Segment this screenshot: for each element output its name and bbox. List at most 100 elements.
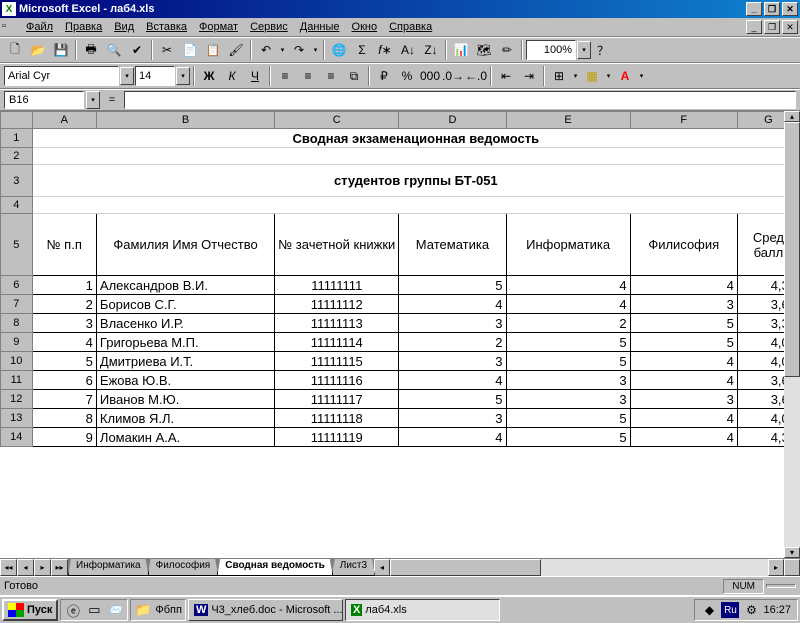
tab-last-button[interactable]: ▸▸: [51, 559, 68, 576]
ql-folder-label[interactable]: Фбпп: [155, 604, 182, 616]
menu-file[interactable]: Файл: [20, 19, 59, 35]
italic-button[interactable]: К: [221, 66, 243, 87]
ql-desktop-icon[interactable]: ▭: [85, 601, 103, 619]
row-head[interactable]: 13: [1, 409, 33, 428]
header-n[interactable]: № п.п: [32, 214, 96, 276]
folder-icon[interactable]: 📁: [134, 601, 152, 619]
cell[interactable]: 4: [506, 276, 630, 295]
sheet-tab[interactable]: Философия: [148, 559, 219, 576]
row-head[interactable]: 7: [1, 295, 33, 314]
dec-indent-button[interactable]: ⇤: [495, 66, 517, 87]
borders-button[interactable]: ⊞: [548, 66, 570, 87]
bold-button[interactable]: Ж: [198, 66, 220, 87]
undo-button[interactable]: ↶: [255, 40, 277, 61]
cell[interactable]: 3: [399, 314, 506, 333]
cell[interactable]: 2: [399, 333, 506, 352]
row-head[interactable]: 11: [1, 371, 33, 390]
cell[interactable]: 5: [630, 314, 737, 333]
scroll-up-button[interactable]: ▴: [784, 111, 800, 122]
doc-close-button[interactable]: ✕: [782, 20, 798, 34]
dec-decimal-button[interactable]: ←.0: [465, 66, 487, 87]
align-left-button[interactable]: ≡: [274, 66, 296, 87]
cell[interactable]: 4: [630, 409, 737, 428]
task-word[interactable]: WЧ3_хлеб.doc - Microsoft ...: [188, 599, 343, 621]
row-head[interactable]: 9: [1, 333, 33, 352]
zoom-dropdown[interactable]: ▾: [577, 41, 591, 59]
open-button[interactable]: 📂: [27, 40, 49, 61]
header-phil[interactable]: Филисофия: [630, 214, 737, 276]
cell[interactable]: Иванов М.Ю.: [96, 390, 274, 409]
col-head-F[interactable]: F: [630, 112, 737, 129]
sheet-tab[interactable]: Сводная ведомость: [217, 559, 333, 576]
cell[interactable]: 5: [506, 428, 630, 447]
lang-indicator[interactable]: Ru: [721, 602, 739, 618]
cell[interactable]: 5: [506, 409, 630, 428]
preview-button[interactable]: 🔍: [103, 40, 125, 61]
sheet-tab[interactable]: Информатика: [68, 559, 149, 576]
row-head[interactable]: 12: [1, 390, 33, 409]
size-dropdown[interactable]: ▾: [176, 67, 190, 85]
cell[interactable]: 3: [630, 390, 737, 409]
cell[interactable]: 5: [399, 390, 506, 409]
undo-dropdown[interactable]: ▾: [278, 46, 287, 54]
row-head[interactable]: 4: [1, 197, 33, 214]
cell[interactable]: 11111113: [275, 314, 399, 333]
cell[interactable]: 11111112: [275, 295, 399, 314]
cell[interactable]: [32, 197, 799, 214]
row-head[interactable]: 10: [1, 352, 33, 371]
cell[interactable]: Власенко И.Р.: [96, 314, 274, 333]
formula-input[interactable]: [124, 91, 796, 109]
currency-button[interactable]: ₽: [373, 66, 395, 87]
tab-first-button[interactable]: ◂◂: [0, 559, 17, 576]
merge-button[interactable]: ⧉: [343, 66, 365, 87]
spellcheck-button[interactable]: ✔: [126, 40, 148, 61]
minimize-button[interactable]: _: [746, 2, 762, 16]
inc-indent-button[interactable]: ⇥: [518, 66, 540, 87]
cell[interactable]: 11111116: [275, 371, 399, 390]
cell[interactable]: 4: [32, 333, 96, 352]
autosum-button[interactable]: Σ: [351, 40, 373, 61]
cellref-dropdown[interactable]: ▾: [86, 91, 100, 109]
col-head-D[interactable]: D: [399, 112, 506, 129]
cell[interactable]: 5: [399, 276, 506, 295]
cell[interactable]: [32, 148, 799, 165]
cell[interactable]: 11111118: [275, 409, 399, 428]
cell[interactable]: Александров В.И.: [96, 276, 274, 295]
horizontal-scrollbar[interactable]: ◂ ▸: [374, 559, 784, 576]
cell[interactable]: 2: [32, 295, 96, 314]
scroll-down-button[interactable]: ▾: [784, 547, 800, 558]
row-head[interactable]: 1: [1, 129, 33, 148]
align-right-button[interactable]: ≡: [320, 66, 342, 87]
col-head-E[interactable]: E: [506, 112, 630, 129]
cell[interactable]: Дмитриева И.Т.: [96, 352, 274, 371]
cell[interactable]: 4: [630, 371, 737, 390]
tab-prev-button[interactable]: ◂: [17, 559, 34, 576]
grid[interactable]: A B C D E F G 1Сводная экзаменационная в…: [0, 111, 800, 447]
underline-button[interactable]: Ч: [244, 66, 266, 87]
font-combo[interactable]: Arial Cyr: [4, 66, 119, 86]
cell[interactable]: 11111119: [275, 428, 399, 447]
title1[interactable]: Сводная экзаменационная ведомость: [32, 129, 799, 148]
cell[interactable]: 11111117: [275, 390, 399, 409]
cell[interactable]: 2: [506, 314, 630, 333]
sort-desc-button[interactable]: Z↓: [420, 40, 442, 61]
menu-format[interactable]: Формат: [193, 19, 244, 35]
cell[interactable]: Ежова Ю.В.: [96, 371, 274, 390]
fill-dropdown[interactable]: ▾: [604, 72, 613, 80]
cell[interactable]: 7: [32, 390, 96, 409]
menu-help[interactable]: Справка: [383, 19, 438, 35]
menu-data[interactable]: Данные: [294, 19, 346, 35]
chart-button[interactable]: 📊: [450, 40, 472, 61]
cell[interactable]: 4: [399, 428, 506, 447]
percent-button[interactable]: %: [396, 66, 418, 87]
cell[interactable]: Григорьева М.П.: [96, 333, 274, 352]
cell[interactable]: 4: [630, 428, 737, 447]
scroll-left-button[interactable]: ◂: [374, 559, 390, 576]
cell[interactable]: 5: [506, 352, 630, 371]
select-all[interactable]: [1, 112, 33, 129]
drawing-button[interactable]: ✏: [496, 40, 518, 61]
menu-window[interactable]: Окно: [346, 19, 384, 35]
tray-icon-1[interactable]: ◆: [701, 602, 717, 618]
help-button[interactable]: ？: [592, 40, 614, 61]
paste-button[interactable]: 📋: [202, 40, 224, 61]
